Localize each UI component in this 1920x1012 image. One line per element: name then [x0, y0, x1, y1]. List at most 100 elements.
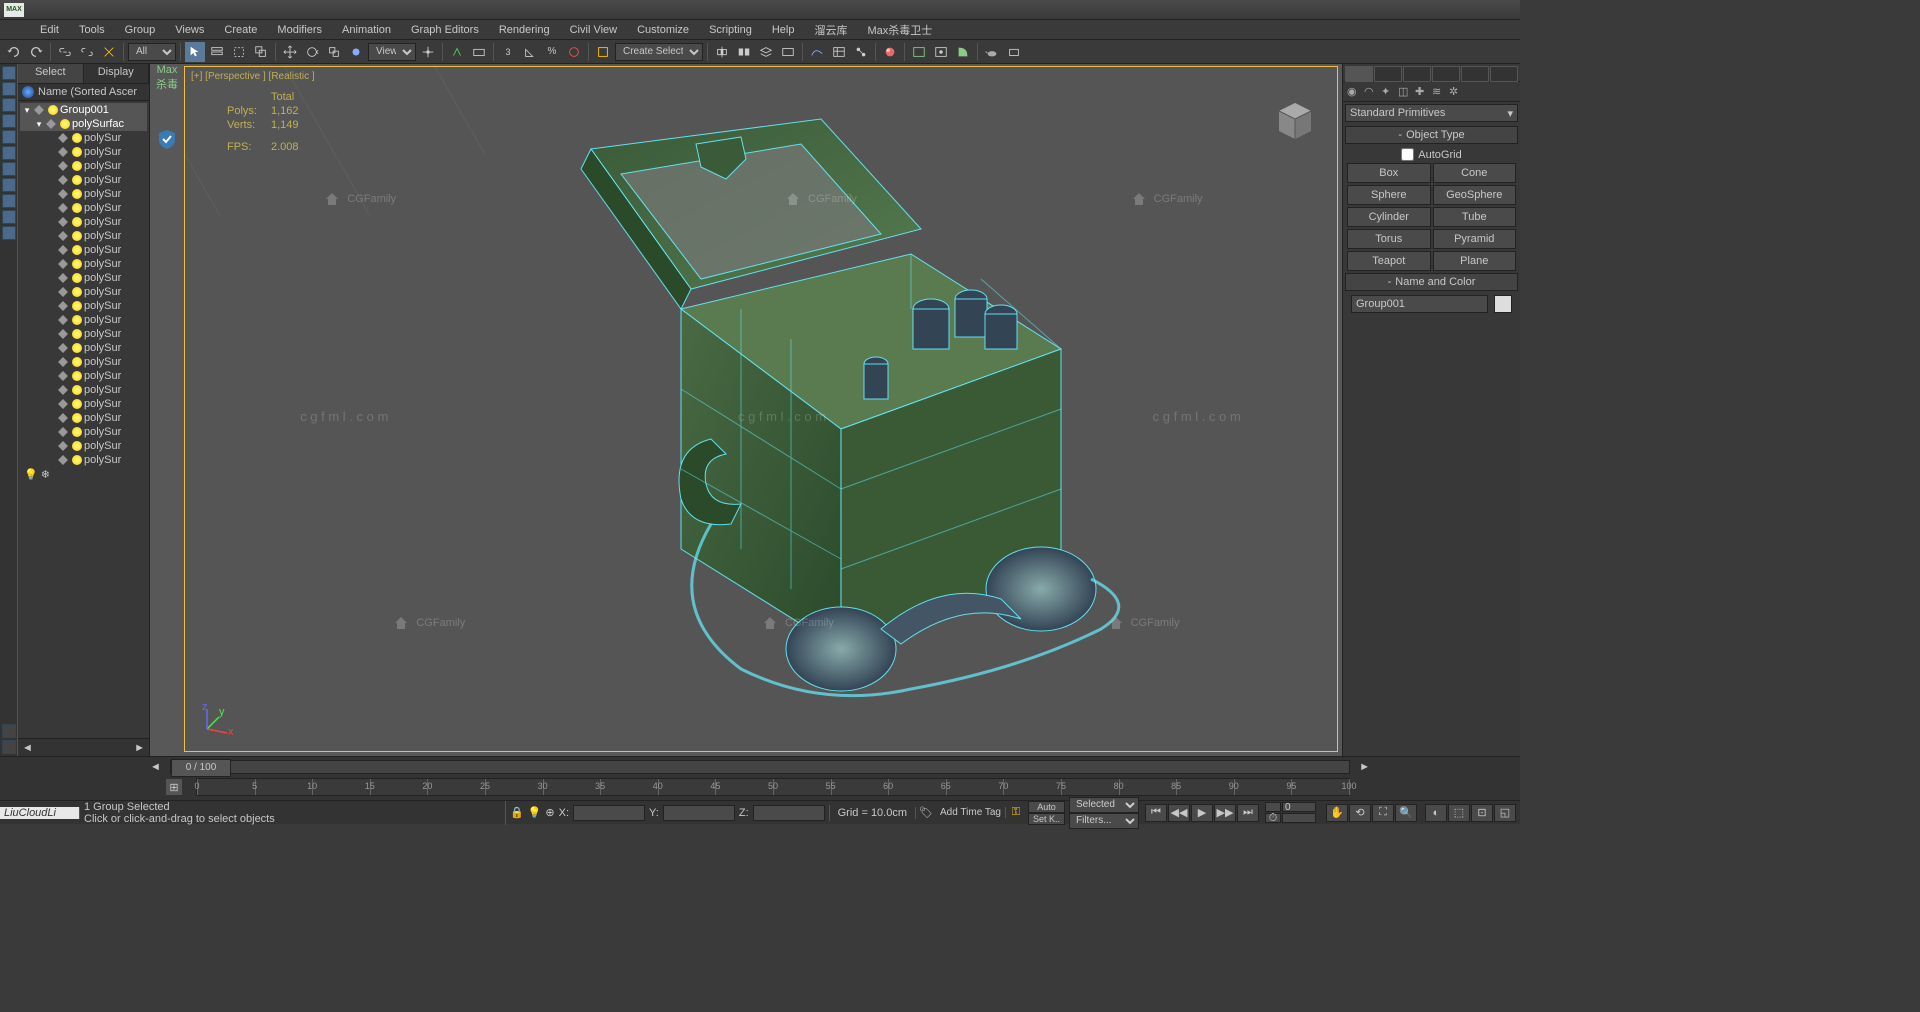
- current-frame-input[interactable]: [1282, 802, 1316, 812]
- select-tab[interactable]: Select: [18, 64, 84, 83]
- key-step-icon[interactable]: [1265, 802, 1281, 812]
- name-color-rollout[interactable]: -Name and Color: [1345, 273, 1518, 291]
- rotate-button[interactable]: [302, 42, 322, 62]
- x-coord-input[interactable]: [573, 805, 645, 821]
- cone-button[interactable]: Cone: [1433, 163, 1517, 183]
- ref-coord-dropdown[interactable]: View: [368, 43, 416, 61]
- tree-row[interactable]: polySur: [20, 453, 147, 467]
- plane-button[interactable]: Plane: [1433, 251, 1517, 271]
- layer-button[interactable]: [756, 42, 776, 62]
- timeline-config-icon[interactable]: ⊞: [166, 779, 182, 795]
- window-crossing-button[interactable]: [251, 42, 271, 62]
- z-coord-input[interactable]: [753, 805, 825, 821]
- tree-row[interactable]: polySur: [20, 243, 147, 257]
- scroll-left-icon[interactable]: ◄: [22, 742, 33, 754]
- hierarchy-tab[interactable]: [1403, 66, 1431, 82]
- scale-button[interactable]: [324, 42, 344, 62]
- viewcube[interactable]: [1271, 97, 1319, 145]
- time-config-button[interactable]: [1282, 813, 1316, 823]
- display-spacewarps-icon[interactable]: [2, 146, 16, 160]
- tree-row[interactable]: polySur: [20, 173, 147, 187]
- mirror-button[interactable]: [712, 42, 732, 62]
- percent-snap-toggle[interactable]: %: [542, 42, 562, 62]
- menu-rendering[interactable]: Rendering: [489, 22, 560, 38]
- align-button[interactable]: [734, 42, 754, 62]
- spacewarps-icon[interactable]: ≋: [1432, 85, 1446, 99]
- time-ruler[interactable]: 0510152025303540455055606570758085909510…: [196, 778, 1350, 796]
- slider-left-icon[interactable]: ◄: [150, 761, 161, 773]
- select-name-button[interactable]: [207, 42, 227, 62]
- menu-civil-view[interactable]: Civil View: [560, 22, 627, 38]
- display-xrefs-icon[interactable]: [2, 178, 16, 192]
- filter-icon[interactable]: [2, 724, 16, 738]
- motion-tab[interactable]: [1432, 66, 1460, 82]
- curve-editor-button[interactable]: [807, 42, 827, 62]
- tree-row[interactable]: polySur: [20, 229, 147, 243]
- select-rect-button[interactable]: [229, 42, 249, 62]
- min-max-button[interactable]: ◱: [1494, 804, 1516, 822]
- menu-create[interactable]: Create: [214, 22, 267, 38]
- modify-tab[interactable]: [1374, 66, 1402, 82]
- menu-customize[interactable]: Customize: [627, 22, 699, 38]
- object-name-input[interactable]: [1351, 295, 1488, 313]
- teapot-button[interactable]: Teapot: [1347, 251, 1431, 271]
- display-helpers-icon[interactable]: [2, 130, 16, 144]
- max-viewport-button[interactable]: ⊡: [1471, 804, 1493, 822]
- tree-row[interactable]: polySur: [20, 271, 147, 285]
- menu-modifiers[interactable]: Modifiers: [267, 22, 332, 38]
- object-type-rollout[interactable]: -Object Type: [1345, 126, 1518, 144]
- undo-button[interactable]: [4, 42, 24, 62]
- render-button[interactable]: [953, 42, 973, 62]
- menu-scripting[interactable]: Scripting: [699, 22, 762, 38]
- lock-icon[interactable]: 🔒: [510, 806, 524, 819]
- schematic-view-button[interactable]: [851, 42, 871, 62]
- tree-row[interactable]: polySur: [20, 285, 147, 299]
- render-setup-button[interactable]: [909, 42, 929, 62]
- perspective-viewport[interactable]: [+] [Perspective ] [Realistic ] Total Po…: [184, 66, 1338, 752]
- coord-mode-icon[interactable]: ⊕: [545, 806, 554, 819]
- tree-row[interactable]: polySur: [20, 369, 147, 383]
- pan-view-button[interactable]: ✋: [1326, 804, 1348, 822]
- next-frame-button[interactable]: ▶▶: [1214, 804, 1236, 822]
- helpers-icon[interactable]: ✚: [1415, 85, 1429, 99]
- tree-row[interactable]: polySur: [20, 187, 147, 201]
- tree-row[interactable]: polySur: [20, 439, 147, 453]
- snap-toggle[interactable]: 3: [498, 42, 518, 62]
- create-tab[interactable]: [1345, 66, 1373, 82]
- time-slider-track[interactable]: 0 / 100: [170, 760, 1350, 774]
- tree-row[interactable]: polySur: [20, 131, 147, 145]
- tree-row[interactable]: polySur: [20, 341, 147, 355]
- sphere-button[interactable]: Sphere: [1347, 185, 1431, 205]
- script-listener[interactable]: LiuCloudLi: [0, 807, 80, 819]
- placement-button[interactable]: [346, 42, 366, 62]
- unlink-button[interactable]: [77, 42, 97, 62]
- bind-button[interactable]: [99, 42, 119, 62]
- tree-row[interactable]: polySur: [20, 215, 147, 229]
- lights-icon[interactable]: ✦: [1381, 85, 1395, 99]
- manipulate-button[interactable]: [447, 42, 467, 62]
- display-lights-icon[interactable]: [2, 98, 16, 112]
- key-filters-dropdown[interactable]: Filters...: [1069, 813, 1139, 829]
- prev-frame-button[interactable]: ◀◀: [1168, 804, 1190, 822]
- pivot-button[interactable]: [418, 42, 438, 62]
- tree-row[interactable]: polySur: [20, 313, 147, 327]
- geometry-icon[interactable]: ◉: [1347, 85, 1361, 99]
- display-shapes-icon[interactable]: [2, 82, 16, 96]
- named-sel-dropdown[interactable]: Create Selection Se: [615, 43, 703, 61]
- set-key-button[interactable]: Set K..: [1028, 813, 1065, 825]
- time-slider-thumb[interactable]: 0 / 100: [171, 759, 231, 777]
- menu-group[interactable]: Group: [115, 22, 166, 38]
- keyboard-button[interactable]: [469, 42, 489, 62]
- material-editor-button[interactable]: [880, 42, 900, 62]
- pyramid-button[interactable]: Pyramid: [1433, 229, 1517, 249]
- fov-button[interactable]: ◐: [1425, 804, 1447, 822]
- render-preset-button[interactable]: [1004, 42, 1024, 62]
- box-button[interactable]: Box: [1347, 163, 1431, 183]
- display-containers-icon[interactable]: [2, 210, 16, 224]
- tree-row[interactable]: polySur: [20, 201, 147, 215]
- slider-right-icon[interactable]: ►: [1359, 761, 1370, 773]
- menu-shadu[interactable]: Max杀毒卫士: [857, 20, 942, 40]
- torus-button[interactable]: Torus: [1347, 229, 1431, 249]
- selection-filter-dropdown[interactable]: All: [128, 43, 176, 61]
- tree-row[interactable]: ▾Group001: [20, 103, 147, 117]
